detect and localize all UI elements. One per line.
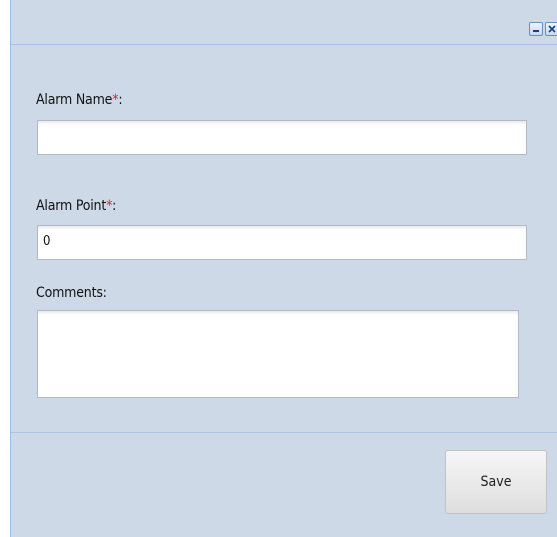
label-colon: : — [118, 92, 123, 108]
alarm-form: Alarm Name*: Alarm Point*: 0 Comments: — [11, 45, 557, 433]
minimize-icon[interactable] — [529, 22, 543, 36]
alarm-point-label-text: Alarm Point — [36, 198, 107, 214]
label-colon: : — [112, 198, 117, 214]
save-button[interactable]: Save — [445, 450, 547, 514]
alarm-point-label: Alarm Point*: — [36, 198, 116, 214]
alarm-name-label: Alarm Name*: — [36, 92, 123, 108]
comments-textarea[interactable] — [37, 310, 519, 398]
window-header — [11, 0, 557, 45]
alarm-name-label-text: Alarm Name — [36, 92, 113, 108]
close-icon[interactable] — [545, 22, 557, 36]
comments-label: Comments: — [36, 285, 107, 301]
alarm-point-input[interactable]: 0 — [37, 225, 527, 260]
alarm-window: Alarm Name*: Alarm Point*: 0 Comments: S… — [10, 0, 557, 537]
alarm-name-input[interactable] — [37, 120, 527, 155]
